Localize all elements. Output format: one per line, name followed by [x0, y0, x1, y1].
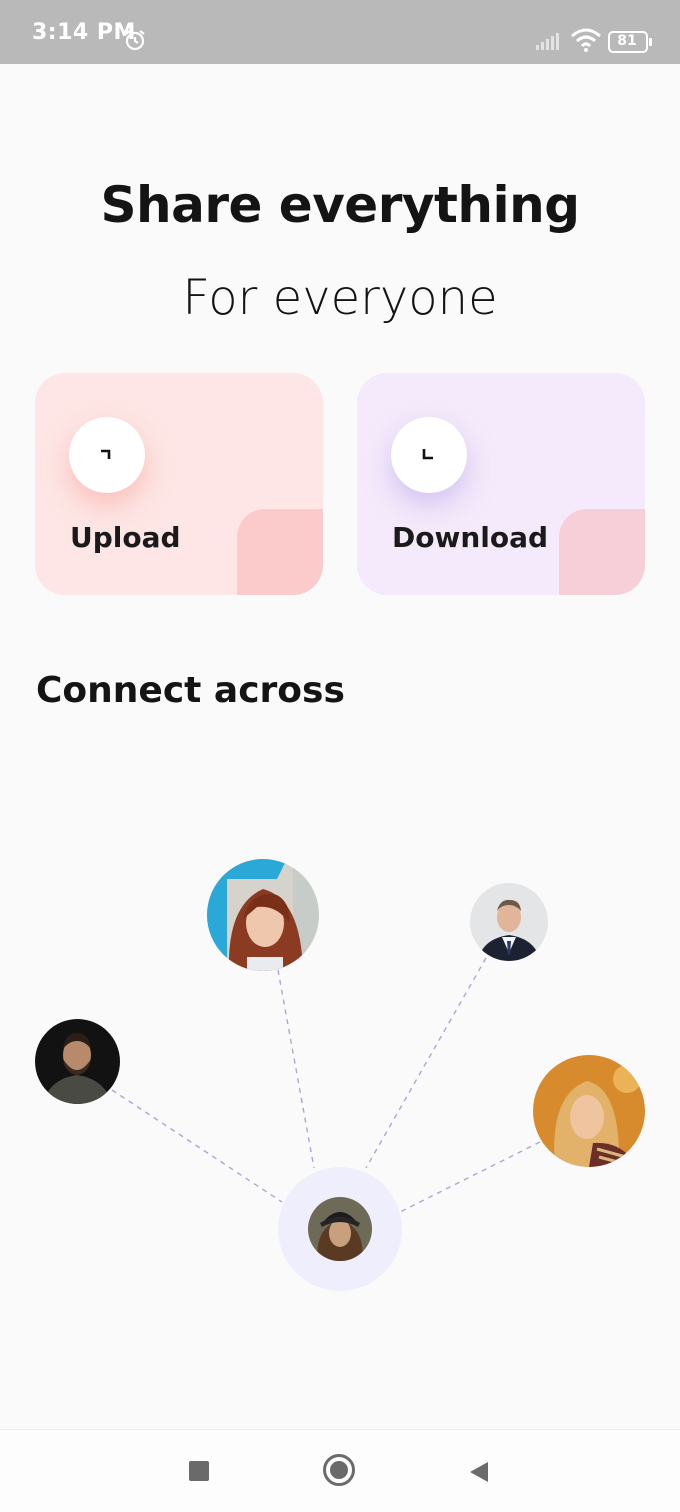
system-nav-bar: [0, 1429, 680, 1512]
recents-button[interactable]: [189, 1461, 209, 1481]
home-icon: [330, 1461, 348, 1479]
user-avatar-center[interactable]: [308, 1197, 372, 1261]
contact-avatar-man-suit[interactable]: [470, 883, 548, 961]
back-button[interactable]: [468, 1460, 490, 1484]
home-button[interactable]: [323, 1454, 355, 1486]
contact-avatar-woman-blonde[interactable]: [533, 1055, 645, 1167]
contact-avatar-man-beard[interactable]: [35, 1019, 120, 1104]
contact-avatar-woman-redhair[interactable]: [207, 859, 319, 971]
